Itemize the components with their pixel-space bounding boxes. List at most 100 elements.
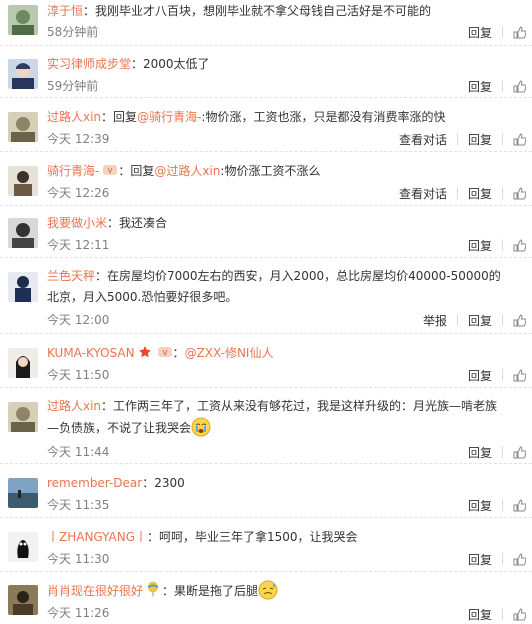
view-conversation-link[interactable]: 查看对话 xyxy=(399,185,447,202)
reply-button[interactable]: 回复 xyxy=(468,24,492,41)
divider xyxy=(502,608,503,620)
reply-button[interactable]: 回复 xyxy=(468,367,492,384)
reply-button[interactable]: 回复 xyxy=(468,312,492,329)
comment-item: 我要做小米：我还凑合 今天 12:11 回复 xyxy=(0,208,532,258)
like-icon[interactable] xyxy=(513,498,527,512)
comment-item: 丨ZHANGYANG丨：呵呵，毕业三年了拿1500，让我哭会 今天 11:30 … xyxy=(0,520,532,572)
divider xyxy=(502,239,503,251)
like-icon[interactable] xyxy=(513,313,527,327)
comment-time: 今天 11:30 xyxy=(47,552,110,566)
divider xyxy=(502,553,503,565)
comment-item: KUMA-KYOSAN V ：@ZXX-修NI仙人 今天 11:50 回复 xyxy=(0,336,532,388)
comment-author[interactable]: 淳于恒 xyxy=(47,4,83,18)
comment-time: 今天 12:26 xyxy=(47,186,110,200)
svg-text:V: V xyxy=(162,349,167,357)
comment-author[interactable]: KUMA-KYOSAN xyxy=(47,346,135,360)
divider xyxy=(456,314,458,326)
vip-badge-icon: V xyxy=(102,163,118,177)
comment-text: ：果断是拖了后腿 xyxy=(162,584,259,598)
svg-text:V: V xyxy=(108,167,113,175)
comment-text: :物价涨，工资也涨，只是都没有消费率涨的快 xyxy=(201,110,446,124)
divider xyxy=(502,369,503,381)
avatar[interactable] xyxy=(8,348,38,378)
comment-time: 59分钟前 xyxy=(47,79,99,93)
comment-text: ：2000太低了 xyxy=(131,57,210,71)
like-icon[interactable] xyxy=(513,25,527,39)
comment-time: 今天 11:44 xyxy=(47,445,110,459)
comment-item: 实习律师成步堂：2000太低了 59分钟前 回复 xyxy=(0,48,532,98)
comment-text: ：在房屋均价7000左右的西安，月入2000，总比房屋均价40000-50000… xyxy=(47,269,501,304)
mention-link[interactable]: @过路人xin xyxy=(154,164,220,178)
avatar[interactable] xyxy=(8,59,38,89)
crying-emoji-icon xyxy=(191,417,211,437)
comment-author[interactable]: 肖肖现在很好很好 xyxy=(47,584,143,598)
comment-text: ：工作两三年了，工资从来没有够花过，我是这样升级的：月光族—啃老族—负债族，不说… xyxy=(47,399,498,435)
like-icon[interactable] xyxy=(513,238,527,252)
avatar[interactable] xyxy=(8,5,38,35)
reply-button[interactable]: 回复 xyxy=(468,78,492,95)
like-icon[interactable] xyxy=(513,132,527,146)
reply-button[interactable]: 回复 xyxy=(468,185,492,202)
reply-button[interactable]: 回复 xyxy=(468,131,492,148)
like-icon[interactable] xyxy=(513,552,527,566)
comment-author[interactable]: 兰色天秤 xyxy=(47,269,95,283)
comment-text: ：2300 xyxy=(142,476,185,490)
comment-author[interactable]: 过路人xin xyxy=(47,110,101,124)
comment-time: 今天 11:50 xyxy=(47,368,110,382)
comment-time: 今天 11:26 xyxy=(47,606,110,620)
avatar[interactable] xyxy=(8,402,38,432)
comment-item: 肖肖现在很好很好 ：果断是拖了后腿 今天 11:26 回复 xyxy=(0,574,532,623)
reply-button[interactable]: 回复 xyxy=(468,237,492,254)
comment-author[interactable]: 实习律师成步堂 xyxy=(47,57,131,71)
like-icon[interactable] xyxy=(513,607,527,621)
comment-author[interactable]: 骑行青海- xyxy=(47,164,99,178)
comment-time: 今天 12:00 xyxy=(47,313,110,327)
reply-button[interactable]: 回复 xyxy=(468,606,492,623)
avatar[interactable] xyxy=(8,478,38,508)
reply-button[interactable]: 回复 xyxy=(468,551,492,568)
avatar[interactable] xyxy=(8,585,38,615)
vip-badge-icon: V xyxy=(157,345,173,359)
like-icon[interactable] xyxy=(513,368,527,382)
comment-time: 今天 12:11 xyxy=(47,238,110,252)
like-icon[interactable] xyxy=(513,186,527,200)
avatar[interactable] xyxy=(8,272,38,302)
avatar[interactable] xyxy=(8,166,38,196)
divider xyxy=(502,446,503,458)
comment-time: 今天 11:35 xyxy=(47,498,110,512)
comment-author[interactable]: 我要做小米 xyxy=(47,216,107,230)
comment-author[interactable]: 过路人xin xyxy=(47,399,101,413)
reply-prefix: ：回复 xyxy=(101,110,138,124)
comment-time: 58分钟前 xyxy=(47,25,99,39)
comment-text: ：呵呵，毕业三年了拿1500，让我哭会 xyxy=(147,530,358,544)
like-icon[interactable] xyxy=(513,79,527,93)
comment-item: 过路人xin：工作两三年了，工资从来没有够花过，我是这样升级的：月光族—啃老族—… xyxy=(0,390,532,464)
balloon-icon xyxy=(146,581,162,597)
sweat-emoji-icon xyxy=(258,580,278,600)
reply-prefix: ：回复 xyxy=(118,164,155,178)
comment-item: 过路人xin：回复@骑行青海-:物价涨，工资也涨，只是都没有消费率涨的快 今天 … xyxy=(0,100,532,152)
mention-link[interactable]: @ZXX-修NI仙人 xyxy=(185,346,274,360)
avatar[interactable] xyxy=(8,532,38,562)
comment-item: 淳于恒：我刚毕业才八百块，想刚毕业就不拿父母钱自己活好是不可能的 58分钟前 回… xyxy=(0,0,532,46)
comment-author[interactable]: remember-Dear xyxy=(47,476,142,490)
avatar[interactable] xyxy=(8,218,38,248)
mention-link[interactable]: @骑行青海- xyxy=(137,110,201,124)
report-button[interactable]: 举报 xyxy=(423,312,447,329)
view-conversation-link[interactable]: 查看对话 xyxy=(399,131,447,148)
avatar[interactable] xyxy=(8,112,38,142)
like-icon[interactable] xyxy=(513,445,527,459)
comment-text: ：我刚毕业才八百块，想刚毕业就不拿父母钱自己活好是不可能的 xyxy=(83,4,432,18)
divider xyxy=(502,133,503,145)
comment-text: ：我还凑合 xyxy=(107,216,168,230)
divider xyxy=(502,26,503,38)
reply-button[interactable]: 回复 xyxy=(468,497,492,514)
comment-item: 兰色天秤：在房屋均价7000左右的西安，月入2000，总比房屋均价40000-5… xyxy=(0,260,532,334)
divider xyxy=(502,499,503,511)
comment-item: remember-Dear：2300 今天 11:35 回复 xyxy=(0,466,532,518)
divider xyxy=(502,187,503,199)
reply-button[interactable]: 回复 xyxy=(468,444,492,461)
comment-author[interactable]: 丨ZHANGYANG丨 xyxy=(47,530,147,544)
comment-text: :物价涨工资不涨么 xyxy=(220,164,321,178)
comment-item: 骑行青海- V ：回复@过路人xin:物价涨工资不涨么 今天 12:26 查看对话 … xyxy=(0,154,532,206)
